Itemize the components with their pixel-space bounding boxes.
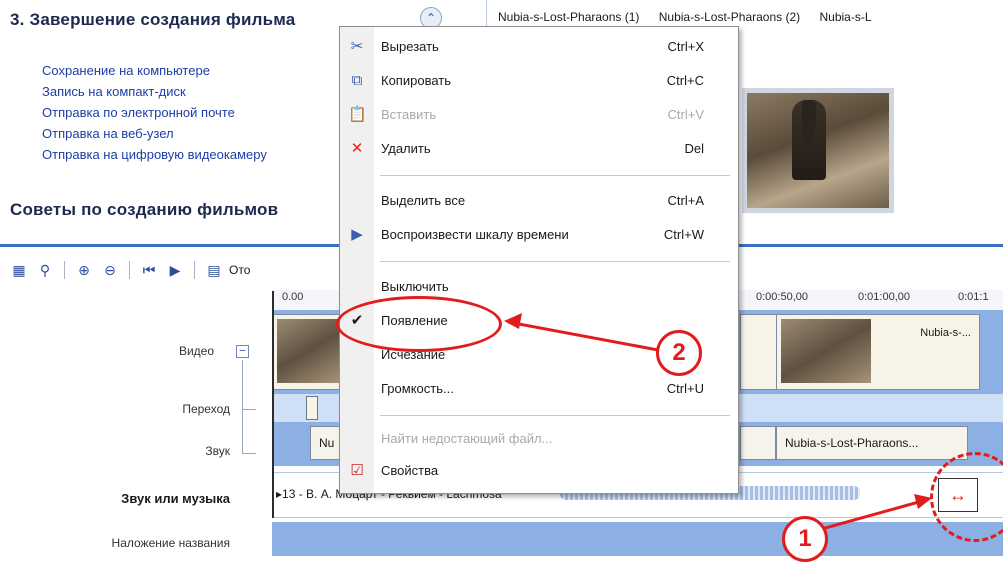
link-send-camera[interactable]: Отправка на цифровую видеокамеру bbox=[42, 144, 267, 165]
title-overlay-track[interactable] bbox=[272, 522, 1003, 556]
menu-item-shortcut: Del bbox=[684, 141, 704, 156]
tree-line bbox=[242, 409, 256, 410]
playhead[interactable] bbox=[272, 291, 279, 518]
track-label-audio: Звук bbox=[205, 444, 230, 458]
tree-line bbox=[242, 360, 243, 454]
video-clip[interactable] bbox=[272, 314, 344, 390]
menu-item-label: Выделить все bbox=[381, 193, 466, 208]
menu-item-label: Воспроизвести шкалу времени bbox=[381, 227, 569, 242]
menu-item-shortcut: Ctrl+A bbox=[667, 193, 704, 208]
track-label-title-overlay: Наложение названия bbox=[111, 536, 230, 550]
callout-number-1: 1 bbox=[782, 516, 828, 562]
menu-item-label: Вставить bbox=[381, 107, 437, 122]
copy-icon: ⧉ bbox=[351, 72, 363, 89]
link-burn-cd[interactable]: Запись на компакт-диск bbox=[42, 81, 267, 102]
show-storyboard-icon[interactable]: ▤ bbox=[203, 259, 225, 281]
toolbar-separator bbox=[194, 261, 195, 279]
clip-name-3[interactable]: Nubia-s-L bbox=[820, 10, 872, 24]
audio-clip[interactable]: Nu bbox=[310, 426, 342, 460]
track-label-video: Видео bbox=[178, 344, 214, 358]
collapse-icon[interactable]: − bbox=[236, 345, 249, 358]
show-storyboard-label[interactable]: Ото bbox=[229, 263, 250, 277]
thumbnail-figure bbox=[792, 100, 826, 180]
menu-item-shortcut: Ctrl+X bbox=[667, 39, 704, 54]
toolbar-separator bbox=[129, 261, 130, 279]
properties-icon: ☑ bbox=[350, 462, 364, 479]
toolbar-separator bbox=[64, 261, 65, 279]
video-clip-name: Nubia-s-... bbox=[920, 327, 971, 339]
scissors-icon: ✂ bbox=[350, 38, 364, 55]
video-clip[interactable]: Nubia-s-... bbox=[776, 314, 980, 390]
clip-frame bbox=[781, 319, 871, 383]
clip-frame bbox=[277, 319, 339, 383]
audio-clip[interactable]: Nubia-s-Lost-Pharaons... bbox=[776, 426, 968, 460]
section-title-tips: Советы по созданию фильмов bbox=[10, 200, 279, 219]
track-label-music: Звук или музыка bbox=[121, 491, 230, 506]
zoom-in-icon[interactable]: ⊕ bbox=[73, 259, 95, 281]
menu-item-find-missing[interactable]: Найти недостающий файл... bbox=[340, 425, 738, 453]
delete-x-icon: ✕ bbox=[350, 140, 364, 157]
play-circle-icon: ▶ bbox=[351, 226, 363, 243]
menu-item-label: Свойства bbox=[381, 463, 439, 478]
transition-marker[interactable] bbox=[306, 396, 318, 420]
track-label-transition: Переход bbox=[182, 402, 230, 416]
menu-item-label: Громкость... bbox=[381, 381, 454, 396]
context-menu: ✂ Вырезать Ctrl+X ⧉ Копировать Ctrl+C 📋 … bbox=[339, 26, 739, 494]
menu-separator bbox=[380, 175, 730, 176]
highlight-oval bbox=[336, 296, 502, 352]
menu-item-delete[interactable]: ✕ Удалить Del bbox=[340, 135, 738, 163]
ruler-tick: 0:01:00,00 bbox=[858, 291, 910, 303]
ruler-tick: 0.00 bbox=[282, 291, 304, 303]
play-icon[interactable]: ▶ bbox=[164, 259, 186, 281]
timeline-toolbar: ▦ ⚲ ⊕ ⊖ ⏮ ▶ ▤ Ото bbox=[8, 258, 250, 282]
collection-clip-names: Nubia-s-Lost-Pharaons (1) Nubia-s-Lost-P… bbox=[498, 10, 888, 24]
section-title-finish-movie: 3. Завершение создания фильма bbox=[10, 10, 296, 29]
task-links-list: Сохранение на компьютере Запись на компа… bbox=[42, 60, 267, 165]
tree-line bbox=[242, 453, 256, 454]
link-send-email[interactable]: Отправка по электронной почте bbox=[42, 102, 267, 123]
menu-item-label: Выключить bbox=[381, 279, 449, 294]
menu-item-shortcut: Ctrl+W bbox=[663, 227, 704, 242]
callout-number-2: 2 bbox=[656, 330, 702, 376]
paste-icon: 📋 bbox=[348, 106, 367, 123]
ruler-tick: 0:00:50,00 bbox=[756, 291, 808, 303]
menu-item-shortcut: Ctrl+V bbox=[667, 107, 704, 122]
menu-item-volume[interactable]: Громкость... Ctrl+U bbox=[340, 375, 738, 403]
menu-separator bbox=[380, 261, 730, 262]
clip-name-2[interactable]: Nubia-s-Lost-Pharaons (2) bbox=[659, 10, 800, 24]
ruler-tick: 0:01:1 bbox=[958, 291, 989, 303]
audio-clip[interactable] bbox=[740, 426, 776, 460]
menu-item-cut[interactable]: ✂ Вырезать Ctrl+X bbox=[340, 33, 738, 61]
menu-item-shortcut: Ctrl+C bbox=[666, 73, 704, 88]
zoom-out-icon[interactable]: ⊖ bbox=[99, 259, 121, 281]
clip-name-1[interactable]: Nubia-s-Lost-Pharaons (1) bbox=[498, 10, 639, 24]
storyboard-icon[interactable]: ▦ bbox=[8, 259, 30, 281]
menu-item-label: Копировать bbox=[381, 73, 451, 88]
menu-item-label: Удалить bbox=[381, 141, 431, 156]
menu-item-label: Вырезать bbox=[381, 39, 439, 54]
menu-item-paste[interactable]: 📋 Вставить Ctrl+V bbox=[340, 101, 738, 129]
menu-item-play-timeline[interactable]: ▶ Воспроизвести шкалу времени Ctrl+W bbox=[340, 221, 738, 249]
mic-icon[interactable]: ⚲ bbox=[34, 259, 56, 281]
menu-separator bbox=[380, 415, 730, 416]
menu-item-copy[interactable]: ⧉ Копировать Ctrl+C bbox=[340, 67, 738, 95]
menu-item-properties[interactable]: ☑ Свойства bbox=[340, 457, 738, 485]
video-clip[interactable] bbox=[740, 314, 778, 390]
menu-item-label: Найти недостающий файл... bbox=[381, 431, 553, 446]
menu-item-shortcut: Ctrl+U bbox=[666, 381, 704, 396]
rewind-icon[interactable]: ⏮ bbox=[138, 259, 160, 281]
menu-item-select-all[interactable]: Выделить все Ctrl+A bbox=[340, 187, 738, 215]
link-send-web[interactable]: Отправка на веб-узел bbox=[42, 123, 267, 144]
menu-icon-gutter bbox=[340, 27, 374, 493]
link-save-to-computer[interactable]: Сохранение на компьютере bbox=[42, 60, 267, 81]
